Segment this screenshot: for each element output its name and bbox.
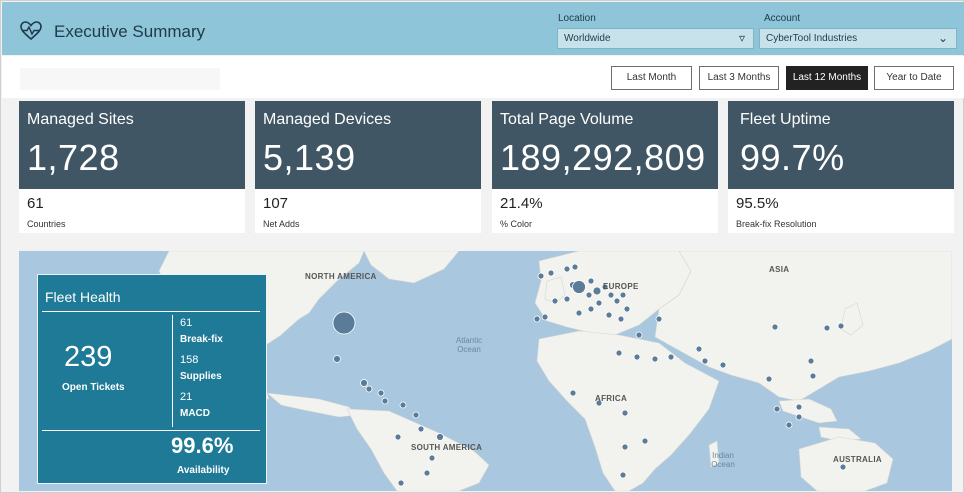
kpi-value: 5,139: [263, 137, 356, 178]
macd-label: MACD: [180, 408, 210, 419]
label-australia: AUSTRALIA: [833, 455, 882, 464]
divider-vertical: [172, 315, 173, 427]
kpi-title: Total Page Volume: [500, 111, 634, 128]
divider: [42, 430, 260, 431]
fleet-health-title: Fleet Health: [45, 289, 121, 305]
kpi-card-managed-sites: Managed Sites 1,728 61 Countries: [19, 101, 245, 233]
breakfix-count: 61: [180, 317, 193, 329]
label-atlantic-ocean: Atlantic Ocean: [455, 336, 483, 354]
last-month-button[interactable]: Last Month: [611, 66, 692, 90]
fleet-health-panel: Fleet Health 239 Open Tickets 61 Break-f…: [37, 274, 267, 484]
kpi-sub-value: 95.5%: [736, 195, 779, 212]
label-south-america: SOUTH AMERICA: [411, 443, 483, 452]
kpi-sub-label: Countries: [27, 219, 66, 229]
kpi-value: 189,292,809: [500, 137, 706, 178]
filter-icon[interactable]: ▿: [739, 31, 745, 45]
account-value: CyberTool Industries: [766, 33, 858, 44]
label-asia: ASIA: [769, 265, 790, 274]
breakfix-label: Break-fix: [180, 334, 223, 345]
location-filter[interactable]: Worldwide ▿: [557, 28, 754, 49]
kpi-title: Fleet Uptime: [740, 111, 831, 128]
last-3-months-button[interactable]: Last 3 Months: [699, 66, 779, 90]
kpi-card-managed-devices: Managed Devices 5,139 107 Net Adds: [255, 101, 481, 233]
kpi-sub-value: 107: [263, 195, 289, 212]
macd-count: 21: [180, 391, 193, 403]
site-marker-large[interactable]: [332, 311, 356, 335]
label-europe: EUROPE: [603, 282, 639, 291]
label-africa: AFRICA: [595, 394, 628, 403]
kpi-sub-value: 21.4%: [500, 195, 543, 212]
location-value: Worldwide: [564, 33, 611, 44]
kpi-title: Managed Devices: [263, 111, 392, 128]
account-label: Account: [764, 13, 801, 24]
open-tickets-value: 239: [64, 341, 113, 373]
year-to-date-button[interactable]: Year to Date: [874, 66, 954, 90]
supplies-count: 158: [180, 354, 199, 366]
kpi-card-total-page-volume: Total Page Volume 189,292,809 21.4% % Co…: [492, 101, 718, 233]
open-tickets-label: Open Tickets: [62, 382, 125, 393]
kpi-sub-label: Break-fix Resolution: [736, 219, 817, 229]
label-north-america: NORTH AMERICA: [305, 272, 377, 281]
app-frame: Executive Summary Location Worldwide ▿ A…: [0, 0, 964, 493]
heartbeat-icon: [20, 21, 42, 41]
last-12-months-button[interactable]: Last 12 Months: [786, 66, 868, 90]
kpi-title: Managed Sites: [27, 111, 134, 128]
toolbar-blank-area: [20, 68, 220, 90]
site-marker-medium[interactable]: [572, 280, 586, 294]
kpi-sub-label: % Color: [500, 219, 533, 229]
label-indian-ocean: Indian Ocean: [711, 451, 735, 469]
header-bar: Executive Summary Location Worldwide ▿ A…: [2, 2, 964, 55]
kpi-value: 99.7%: [740, 137, 845, 178]
period-toolbar: Last Month Last 3 Months Last 12 Months …: [2, 56, 964, 98]
page-title: Executive Summary: [54, 22, 206, 41]
account-select[interactable]: CyberTool Industries ⌄: [759, 28, 957, 49]
supplies-label: Supplies: [180, 371, 222, 382]
kpi-sub-value: 61: [27, 195, 44, 212]
kpi-sub-label: Net Adds: [263, 219, 300, 229]
divider: [42, 311, 260, 312]
availability-value: 99.6%: [171, 433, 234, 458]
kpi-value: 1,728: [27, 137, 120, 178]
location-label: Location: [558, 13, 596, 24]
availability-label: Availability: [177, 465, 230, 476]
chevron-down-icon[interactable]: ⌄: [938, 31, 948, 45]
kpi-card-fleet-uptime: Fleet Uptime 99.7% 95.5% Break-fix Resol…: [728, 101, 954, 233]
